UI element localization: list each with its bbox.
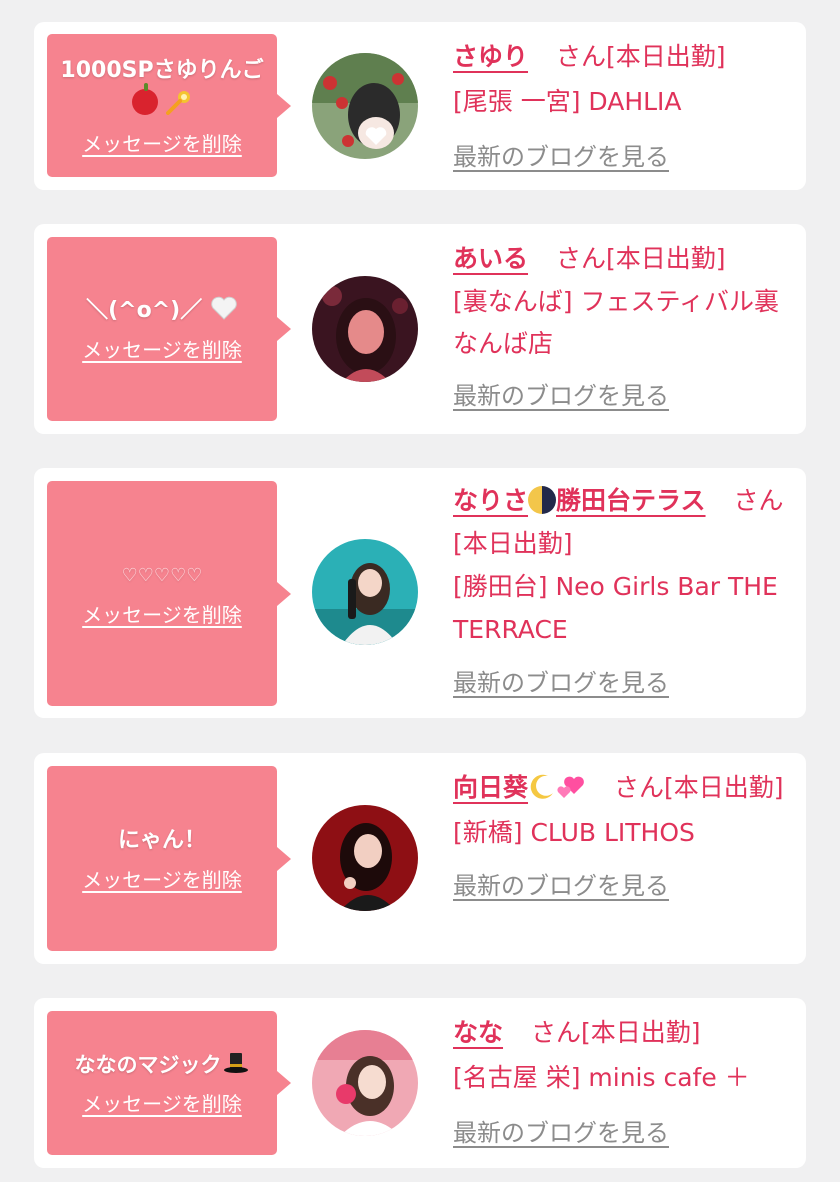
attendance-status: [本日出勤]: [605, 42, 726, 71]
latest-blog-link[interactable]: 最新のブログを見る: [453, 864, 669, 909]
message-card: 1000SPさゆりんご メッセージを削除 さゆり さん[本日出勤] [尾張 一宮…: [34, 22, 806, 190]
girl-info: さゆり さん[本日出勤] [尾張 一宮] DAHLIA 最新のブログを見る: [453, 34, 798, 180]
attendance-status: [本日出勤]: [605, 244, 726, 273]
attendance-status: [本日出勤]: [663, 773, 784, 802]
honorific: さん: [555, 42, 606, 71]
delete-message-link[interactable]: メッセージを削除: [82, 866, 242, 894]
shop-info: [勝田台] Neo Girls Bar THE TERRACE: [453, 572, 778, 644]
latest-blog-link[interactable]: 最新のブログを見る: [453, 374, 669, 419]
delete-message-link[interactable]: メッセージを削除: [82, 130, 242, 158]
shop-info: [名古屋 栄] minis cafe ＋: [453, 1063, 750, 1092]
message-bubble: 1000SPさゆりんご メッセージを削除: [47, 34, 291, 177]
girl-name-link[interactable]: なりさ 勝田台テラス: [453, 486, 706, 515]
shop-info: [尾張 一宮] DAHLIA: [453, 87, 682, 116]
delete-message-link[interactable]: メッセージを削除: [82, 1090, 242, 1118]
half-moon-icon: [528, 486, 557, 514]
message-text: 1000SPさゆりんご: [55, 54, 269, 122]
message-bubble: ♡♡♡♡♡ メッセージを削除: [47, 481, 291, 706]
honorific: さん: [530, 1018, 581, 1047]
latest-blog-link[interactable]: 最新のブログを見る: [453, 1111, 669, 1156]
message-text: ＼(^o^)／: [86, 294, 238, 328]
girl-info: なりさ 勝田台テラス さん [本日出勤] [勝田台] Neo Girls Bar T…: [453, 479, 798, 705]
message-bubble: にゃん！ メッセージを削除: [47, 766, 291, 951]
attendance-status: [本日出勤]: [453, 529, 573, 558]
avatar[interactable]: [312, 1030, 418, 1136]
honorific: さん: [555, 244, 606, 273]
avatar[interactable]: [312, 539, 418, 645]
girl-name-link[interactable]: あいる: [453, 244, 528, 273]
sparkle-icon: [165, 90, 190, 115]
avatar[interactable]: [312, 805, 418, 911]
girl-info: なな さん[本日出勤] [名古屋 栄] minis cafe ＋ 最新のブログを…: [453, 1010, 798, 1156]
apple-icon: [132, 82, 159, 115]
message-bubble: ななのマジック メッセージを削除: [47, 1011, 291, 1155]
message-card: ♡♡♡♡♡ メッセージを削除 なりさ 勝田台テラス さん [本日出勤] [勝田台] …: [34, 468, 806, 718]
latest-blog-link[interactable]: 最新のブログを見る: [453, 135, 669, 180]
attendance-status: [本日出勤]: [580, 1018, 701, 1047]
message-text: ななのマジック: [75, 1048, 250, 1082]
crescent-moon-icon: [530, 774, 554, 799]
message-card: ＼(^o^)／ メッセージを削除 あいる さん[本日出勤] [裏なんば] フェス…: [34, 224, 806, 434]
girl-name-link[interactable]: 向日葵: [453, 773, 586, 802]
message-bubble: ＼(^o^)／ メッセージを削除: [47, 237, 291, 421]
top-hat-icon: [223, 1053, 248, 1073]
shop-info: [裏なんば] フェスティバル裏なんば店: [453, 287, 779, 358]
avatar[interactable]: [312, 276, 418, 382]
delete-message-link[interactable]: メッセージを削除: [82, 601, 242, 629]
delete-message-link[interactable]: メッセージを削除: [82, 336, 242, 364]
message-card: にゃん！ メッセージを削除 向日葵 さん[本日出勤] [新橋] CLUB LIT…: [34, 753, 806, 964]
two-hearts-icon: [557, 776, 584, 798]
message-card: ななのマジック メッセージを削除 なな さん[本日出勤] [名古屋 栄] min…: [34, 998, 806, 1168]
girl-name-link[interactable]: さゆり: [453, 42, 528, 71]
avatar[interactable]: [312, 53, 418, 159]
girl-name-link[interactable]: なな: [453, 1018, 503, 1047]
message-text: ♡♡♡♡♡: [121, 564, 203, 586]
shop-info: [新橋] CLUB LITHOS: [453, 818, 695, 847]
girl-info: 向日葵 さん[本日出勤] [新橋] CLUB LITHOS 最新のブログを見る: [453, 765, 798, 909]
honorific: さん: [613, 773, 664, 802]
honorific: さん: [733, 486, 784, 515]
girl-info: あいる さん[本日出勤] [裏なんば] フェスティバル裏なんば店 最新のブログを…: [453, 236, 798, 419]
message-text: にゃん！: [117, 827, 206, 853]
latest-blog-link[interactable]: 最新のブログを見る: [453, 662, 669, 705]
white-heart-icon: [211, 296, 237, 320]
